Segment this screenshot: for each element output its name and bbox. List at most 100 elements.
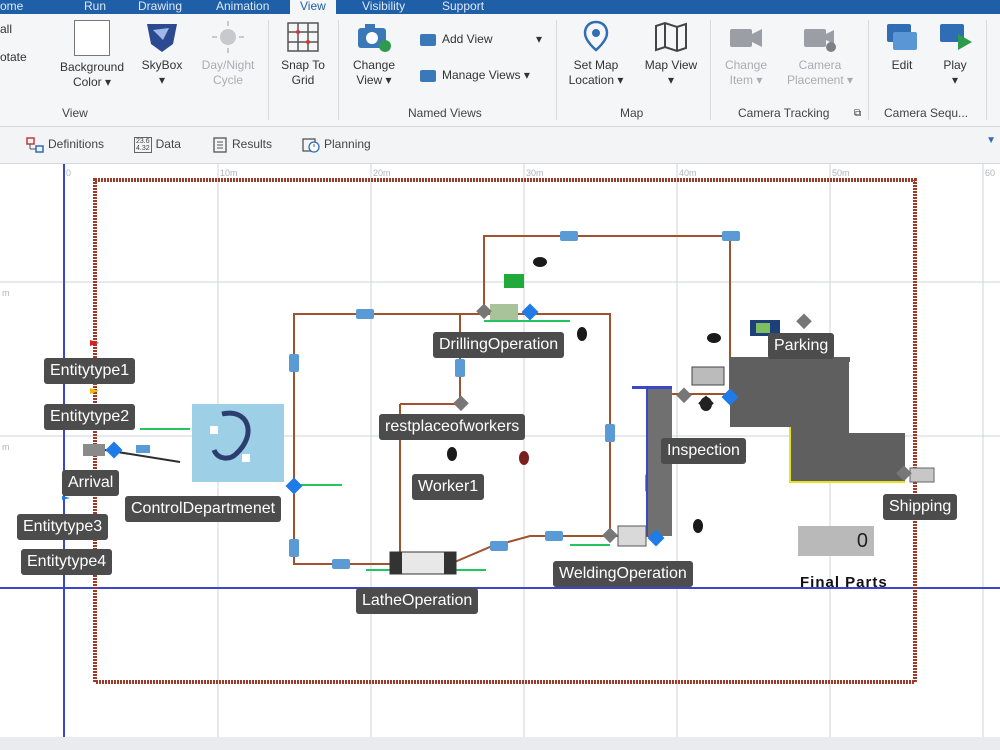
edit-sequence-button[interactable]: Edit [874,20,930,73]
camera-placement-label: Camera Placement [786,58,844,87]
camera-add-icon [420,33,436,46]
edit-camera-icon [887,24,917,50]
shipping-sink [909,467,935,483]
tab-support[interactable]: Support [442,0,484,14]
separator [710,20,711,120]
ruler-40: 40m [679,168,697,178]
tab-view[interactable]: View [290,0,336,14]
results-tab[interactable]: Results [212,137,272,153]
ruler-30: 30m [526,168,544,178]
worker1-label[interactable]: Worker1 [412,474,485,500]
entitytype2-label[interactable]: Entitytype2 [44,404,136,430]
model-canvas[interactable]: 0 10m 20m 30m 40m 50m 60 m m Entitytype1… [0,164,1000,737]
add-view-button[interactable]: Add View [420,32,492,46]
welding-machine [617,525,647,547]
arrival-label[interactable]: Arrival [62,470,120,496]
shipping-label[interactable]: Shipping [883,494,958,520]
dialog-launcher-icon[interactable]: ⧉ [854,108,861,119]
definitions-tab[interactable]: Definitions [26,137,104,153]
day-night-label: Day/Night Cycle [201,58,255,87]
separator [338,20,339,120]
ruler-20: 20m [373,168,391,178]
planning-label: Planning [324,137,371,152]
day-night-button: Day/Night Cycle [192,20,264,88]
tab-drawing[interactable]: Drawing [138,0,182,14]
add-view-dropdown-icon[interactable]: ▾ [536,32,542,46]
map-view-button[interactable]: Map View ▾ [638,20,704,88]
entitytype1-label[interactable]: Entitytype1 [44,358,136,384]
background-color-label: Background Color [59,60,125,89]
change-item-button: Change Item ▾ [714,20,778,88]
ruler-50: 50m [832,168,850,178]
sun-icon [212,21,244,53]
ribbon-partial-rotate[interactable]: otate [0,50,27,64]
planning-tab[interactable]: Planning [302,137,371,153]
background-color-button[interactable]: Background Color ▾ [52,20,132,90]
entity3-marker [62,496,70,500]
tab-home[interactable]: ome [0,0,23,14]
model-layout: 0 10m 20m 30m 40m 50m 60 m m [0,164,1000,737]
restplace-label[interactable]: restplaceofworkers [379,414,526,440]
collapse-panel-icon[interactable]: ▼ [986,135,996,146]
map-group-label: Map [620,106,644,120]
play-sequence-button[interactable]: Play ▾ [930,20,980,88]
change-view-label: Change View [352,58,396,87]
parking-area [730,357,905,482]
skybox-label: SkyBox [141,58,183,72]
data-tab[interactable]: 23.6 4.32 Data [134,137,181,153]
definitions-label: Definitions [48,137,105,152]
ruler-side-1: m [2,288,10,298]
separator [986,20,987,120]
camera-sequence-group-label: Camera Sequ... [884,106,969,120]
control-department-label[interactable]: ControlDepartmenet [125,496,282,522]
results-label: Results [232,137,273,152]
worker-station-icon [504,274,524,288]
panel-tab-bar: Definitions 23.6 4.32 Data Results Planni… [0,127,1000,164]
final-parts-counter: 0 [798,526,874,556]
named-views-group-label: Named Views [408,106,482,120]
tab-animation[interactable]: Animation [216,0,269,14]
edit-sequence-label: Edit [891,58,913,72]
snap-to-grid-label: Snap To Grid [281,58,325,87]
separator [868,20,869,120]
inspection-machine [691,366,725,386]
ruler-10: 10m [220,168,238,178]
status-bar [0,737,1000,750]
inspection-label[interactable]: Inspection [661,438,746,464]
entitytype4-label[interactable]: Entitytype4 [21,549,113,575]
camera-tracking-group-label: Camera Tracking [738,106,830,120]
data-icon: 23.6 4.32 [134,137,152,153]
results-icon [213,137,227,153]
skybox-icon [147,24,177,52]
camera-refresh-icon [358,24,391,52]
ruler-side-2: m [2,442,10,452]
separator [556,20,557,120]
play-camera-icon [940,24,972,50]
welding-operation-label[interactable]: WeldingOperation [553,561,693,587]
map-pin-icon [583,20,609,52]
planning-icon [302,138,320,153]
entitytype3-label[interactable]: Entitytype3 [17,514,109,540]
tab-visibility[interactable]: Visibility [362,0,405,14]
ribbon-partial-all[interactable]: all [0,22,12,36]
view-group-label: View [62,106,88,120]
parking-label[interactable]: Parking [768,333,835,359]
play-sequence-label: Play [943,58,967,72]
final-parts-label: Final Parts [800,574,888,591]
tab-run[interactable]: Run [84,0,106,14]
camera-gear-icon [804,29,836,52]
map-view-label: Map View [644,58,698,72]
skybox-button[interactable]: SkyBox ▾ [134,20,190,88]
snap-to-grid-button[interactable]: Snap To Grid [272,20,334,88]
grid-icon [287,22,319,52]
separator [268,20,269,120]
ribbon: all otate Background Color ▾ SkyBox ▾ Day… [0,14,1000,127]
set-map-location-button[interactable]: Set Map Location ▾ [562,20,630,88]
ruler-60: 60 [985,168,995,178]
manage-views-button[interactable]: Manage Views ▾ [420,68,530,82]
change-view-button[interactable]: Change View ▾ [344,20,404,88]
drilling-machine [490,304,518,320]
lathe-operation-label[interactable]: LatheOperation [356,588,479,614]
drilling-operation-label[interactable]: DrillingOperation [433,332,565,358]
set-map-location-label: Set Map Location [568,58,619,87]
